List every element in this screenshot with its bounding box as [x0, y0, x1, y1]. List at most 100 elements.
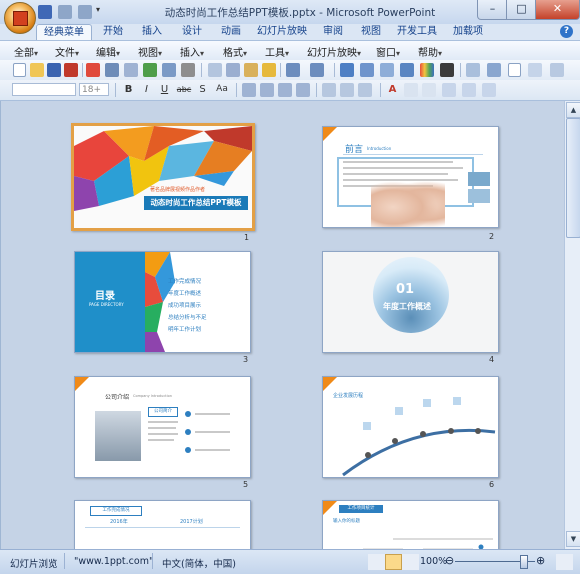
qat-dropdown-icon[interactable]: ▾ [96, 5, 105, 19]
copy-icon[interactable] [226, 63, 240, 77]
align-left-icon[interactable] [242, 83, 256, 97]
minimize-button[interactable]: – [477, 0, 508, 20]
print-preview-icon[interactable] [124, 63, 138, 77]
pdf-icon[interactable] [86, 63, 100, 77]
more-tools-icon[interactable] [550, 63, 564, 77]
slideshow-view-icon[interactable] [402, 554, 419, 570]
slide-thumbnail-6[interactable]: 企业发展历程 [322, 376, 499, 478]
new-slide-icon[interactable] [400, 63, 414, 77]
undo-icon[interactable] [286, 63, 300, 77]
menu-insert[interactable]: 插入▾ [180, 44, 204, 59]
vertical-scrollbar[interactable]: ▲ ▼ [564, 101, 580, 549]
scroll-thumb[interactable] [566, 118, 580, 238]
tab-animation[interactable]: 动画 [216, 24, 246, 40]
zoom-level[interactable]: 100% [420, 556, 447, 567]
menu-view[interactable]: 视图▾ [138, 44, 162, 59]
strikethrough-button[interactable]: abc [174, 83, 194, 96]
format-painter-icon[interactable] [262, 63, 276, 77]
fit-window-icon[interactable] [556, 554, 573, 570]
tab-design[interactable]: 设计 [177, 24, 207, 40]
scroll-down-icon[interactable]: ▼ [566, 531, 580, 547]
line-spacing-icon[interactable] [462, 83, 476, 97]
zoom-in-icon[interactable]: ⊕ [536, 554, 545, 567]
layout-icon[interactable] [466, 63, 480, 77]
mail-icon[interactable] [181, 63, 195, 77]
insert-table-icon[interactable] [360, 63, 374, 77]
slide-thumbnail-7[interactable]: 工作完成情况 2016年 2017计划 [74, 500, 251, 549]
color-grayscale-icon[interactable] [420, 63, 434, 77]
zoom-out-icon[interactable]: ⊖ [445, 554, 454, 567]
tab-review[interactable]: 审阅 [318, 24, 348, 40]
slide-thumbnail-5[interactable]: 公司介绍 Company Introduction 公司简介 [74, 376, 251, 478]
tab-developer[interactable]: 开发工具 [394, 24, 440, 40]
redo-icon[interactable] [310, 63, 324, 77]
decrease-indent-icon[interactable] [358, 83, 372, 97]
menu-file[interactable]: 文件▾ [55, 44, 79, 59]
cut-icon[interactable] [208, 63, 222, 77]
shadow-button[interactable]: S [196, 83, 209, 96]
tab-view[interactable]: 视图 [356, 24, 386, 40]
insert-chart-icon[interactable] [340, 63, 354, 77]
slide-color-icon[interactable] [440, 63, 454, 77]
italic-button[interactable]: I [140, 83, 153, 96]
tab-addins[interactable]: 加载项 [448, 24, 488, 40]
slide-thumbnail-1[interactable]: 著名品牌展视频作品作者 动态时尚工作总结PPT模板 [71, 123, 255, 231]
font-name-combo[interactable] [12, 83, 76, 96]
tab-insert[interactable]: 插入 [137, 24, 167, 40]
slide-sorter-view-icon[interactable] [385, 554, 402, 570]
menu-help[interactable]: 帮助▾ [418, 44, 442, 59]
redo-icon[interactable] [78, 5, 92, 19]
new-icon[interactable] [13, 63, 26, 77]
text-box-icon[interactable] [508, 63, 521, 77]
menu-window[interactable]: 窗口▾ [376, 44, 400, 59]
save-icon[interactable] [47, 63, 61, 77]
increase-font-icon[interactable] [404, 83, 418, 97]
research-icon[interactable] [162, 63, 176, 77]
bold-button[interactable]: B [122, 83, 135, 96]
font-color-button[interactable]: A [386, 83, 399, 96]
menu-all[interactable]: 全部▾ [14, 44, 38, 59]
permission-icon[interactable] [64, 63, 78, 77]
tab-classic-menu[interactable]: 经典菜单 [36, 24, 92, 41]
text-direction-icon[interactable] [482, 83, 496, 97]
bullets-icon[interactable] [322, 83, 336, 97]
insert-picture-icon[interactable] [380, 63, 394, 77]
spelling-icon[interactable] [143, 63, 157, 77]
open-icon[interactable] [30, 63, 44, 77]
undo-icon[interactable] [58, 5, 72, 19]
tab-home[interactable]: 开始 [96, 24, 130, 40]
close-button[interactable]: ✕ [535, 0, 580, 20]
slide-thumbnail-4[interactable]: 01 年度工作概述 [322, 251, 499, 353]
office-button[interactable] [4, 2, 36, 34]
paste-icon[interactable] [244, 63, 258, 77]
menu-tools[interactable]: 工具▾ [265, 44, 289, 59]
align-center-icon[interactable] [260, 83, 274, 97]
underline-button[interactable]: U [158, 83, 171, 96]
align-right-icon[interactable] [278, 83, 292, 97]
char-spacing-button[interactable]: Aa [214, 83, 230, 96]
menu-format[interactable]: 格式▾ [223, 44, 247, 59]
slide-thumbnail-2[interactable]: 前言 Introduction [322, 126, 499, 228]
decrease-font-icon[interactable] [422, 83, 436, 97]
justify-icon[interactable] [296, 83, 310, 97]
toolbar-separator [280, 63, 281, 77]
print-icon[interactable] [105, 63, 119, 77]
arrange-icon[interactable] [442, 83, 456, 97]
status-language[interactable]: 中文(简体，中国) [162, 556, 236, 570]
scroll-up-icon[interactable]: ▲ [566, 102, 580, 118]
slide-thumbnail-3[interactable]: 目录 PAGE DIRECTORY 工作完成情况 年度工作概述 成功项目展示 总… [74, 251, 251, 353]
menu-edit[interactable]: 编辑▾ [96, 44, 120, 59]
tab-slideshow[interactable]: 幻灯片放映 [256, 24, 308, 40]
slide-thumbnail-8[interactable]: 工作项目统计 输入你的标题 [322, 500, 499, 549]
normal-view-icon[interactable] [368, 554, 385, 570]
menu-slideshow[interactable]: 幻灯片放映▾ [307, 44, 361, 59]
save-icon[interactable] [38, 5, 52, 19]
directory-item: 总结分析与不足 [168, 315, 207, 321]
numbering-icon[interactable] [340, 83, 354, 97]
maximize-button[interactable]: □ [506, 0, 537, 20]
font-size-combo[interactable]: 18+ [79, 83, 109, 96]
design-icon[interactable] [487, 63, 501, 77]
help-icon[interactable]: ? [560, 25, 573, 38]
shapes-icon[interactable] [528, 63, 542, 77]
zoom-slider-thumb[interactable] [520, 555, 528, 569]
